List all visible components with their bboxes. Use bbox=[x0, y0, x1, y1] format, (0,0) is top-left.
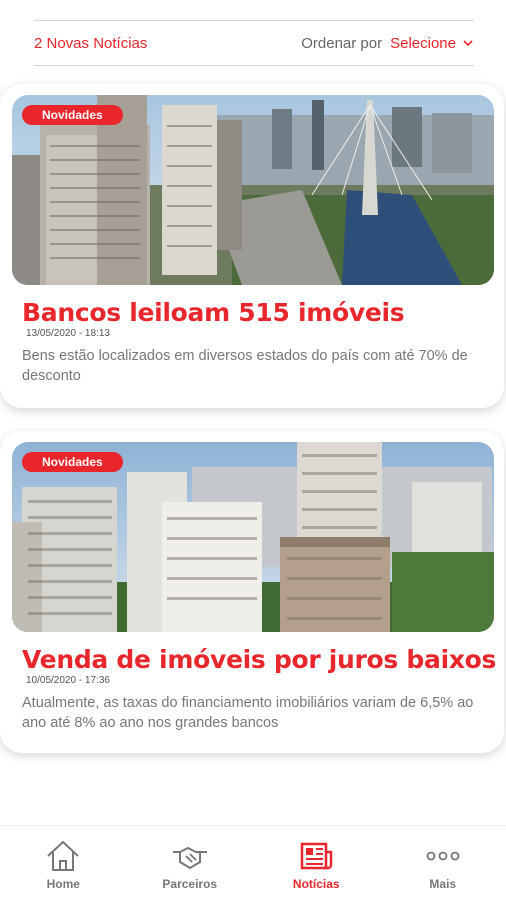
news-card[interactable]: Novidades Venda de imóveis por juros bai… bbox=[0, 431, 504, 753]
news-description: Bens estão localizados em diversos estad… bbox=[22, 348, 468, 384]
tab-noticias[interactable]: Notícias bbox=[253, 826, 380, 900]
tab-noticias-label: Notícias bbox=[292, 877, 340, 891]
tab-home[interactable]: Home bbox=[0, 826, 127, 900]
tab-mais[interactable]: Mais bbox=[380, 826, 506, 900]
tab-home-label: Home bbox=[46, 877, 80, 891]
news-date: 13/05/2020 - 18:13 bbox=[26, 328, 110, 339]
newspaper-icon bbox=[301, 842, 333, 870]
news-badge: Novidades bbox=[22, 105, 123, 125]
new-news-count: 2 Novas Notícias bbox=[34, 34, 148, 52]
sort-label: Ordenar por bbox=[301, 34, 383, 52]
bottom-tab-bar: Home Parceiros Notícias Mais bbox=[0, 825, 506, 900]
sort-dropdown[interactable]: Selecione bbox=[390, 35, 474, 52]
news-title[interactable]: Venda de imóveis por juros baixos bbox=[22, 645, 496, 674]
tab-mais-label: Mais bbox=[429, 877, 457, 891]
news-filter-bar: 2 Novas Notícias Ordenar por Selecione bbox=[34, 20, 474, 66]
more-icon bbox=[426, 851, 460, 861]
news-title[interactable]: Bancos leiloam 515 imóveis bbox=[22, 298, 405, 327]
news-description: Atualmente, as taxas do financiamento im… bbox=[22, 695, 474, 731]
sort-dropdown-value: Selecione bbox=[390, 34, 456, 52]
chevron-down-icon bbox=[463, 40, 473, 47]
news-card[interactable]: Novidades Bancos leiloam 515 imóveis 13/… bbox=[0, 84, 504, 408]
news-badge: Novidades bbox=[22, 452, 123, 472]
tab-parceiros[interactable]: Parceiros bbox=[127, 826, 254, 900]
home-icon bbox=[47, 840, 79, 871]
tab-parceiros-label: Parceiros bbox=[162, 877, 218, 891]
sort-control: Ordenar por Selecione bbox=[301, 35, 474, 52]
news-date: 10/05/2020 - 17:36 bbox=[26, 675, 110, 686]
handshake-icon bbox=[172, 846, 207, 870]
